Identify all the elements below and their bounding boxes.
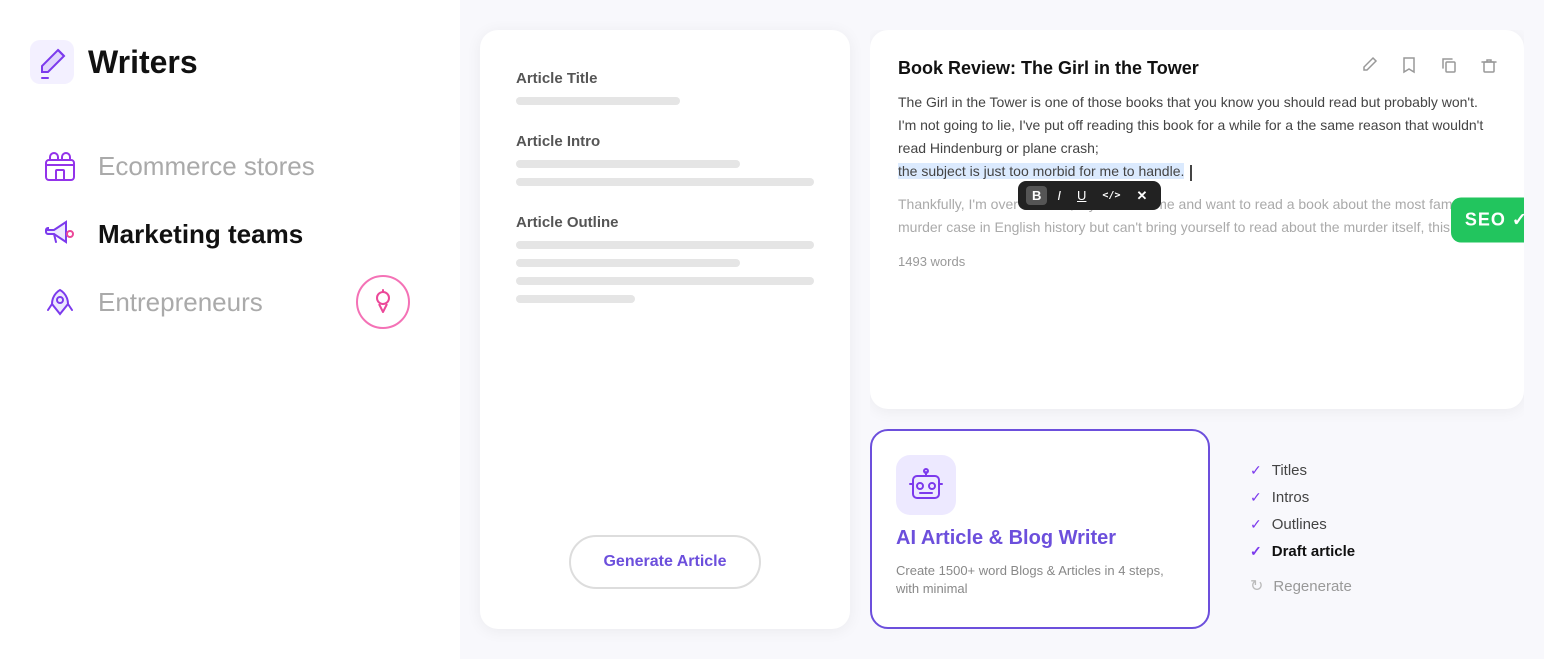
article-toolbar: [1356, 52, 1502, 78]
ai-writer-icon-wrap: [896, 455, 956, 515]
check-titles-icon: ✓: [1250, 462, 1262, 479]
store-icon: [40, 146, 80, 186]
title-label: Article Title: [516, 70, 814, 87]
sidebar: Writers Ecommerce stores Marketing teams: [0, 0, 460, 659]
sidebar-item-entrepreneurs[interactable]: Entrepreneurs: [30, 268, 430, 336]
highlighted-text: the subject is just too morbid for me to…: [898, 163, 1184, 179]
checklist-item-titles: ✓ Titles: [1250, 462, 1504, 479]
checklist-draft: Draft article: [1272, 543, 1355, 560]
ai-writer-subtitle: Create 1500+ word Blogs & Articles in 4 …: [896, 562, 1184, 598]
pen-icon: [30, 40, 74, 84]
underline-button[interactable]: U: [1071, 186, 1092, 205]
checklist-outlines: Outlines: [1272, 516, 1327, 533]
title-field: Article Title: [516, 70, 814, 105]
italic-button[interactable]: I: [1051, 186, 1067, 205]
text-cursor: [1190, 165, 1192, 181]
ai-writer-title: AI Article & Blog Writer: [896, 527, 1184, 550]
sidebar-title: Writers: [88, 44, 198, 81]
marketing-label: Marketing teams: [98, 219, 303, 250]
right-panels: Book Review: The Girl in the Tower The G…: [870, 30, 1524, 629]
code-button[interactable]: </>: [1096, 188, 1126, 204]
title-line: [516, 97, 680, 105]
ecommerce-label: Ecommerce stores: [98, 151, 315, 182]
main-content: Article Title Article Intro Article Outl…: [460, 0, 1544, 659]
article-body-text2: Hindenburg or plane crash;: [930, 140, 1099, 156]
rocket-icon: [40, 282, 80, 322]
outline-lines: [516, 241, 814, 303]
intro-line2: [516, 178, 814, 186]
ai-writer-card: AI Article & Blog Writer Create 1500+ wo…: [870, 429, 1210, 629]
ai-robot-icon: [907, 466, 945, 504]
bookmark-icon[interactable]: [1396, 52, 1422, 78]
generate-article-button[interactable]: Generate Article: [569, 535, 760, 589]
article-card: Book Review: The Girl in the Tower The G…: [870, 30, 1524, 409]
bold-button[interactable]: B: [1026, 186, 1047, 205]
regenerate-label: Regenerate: [1273, 578, 1351, 595]
intro-label: Article Intro: [516, 133, 814, 150]
outline-label: Article Outline: [516, 214, 814, 231]
word-count: 1493 words: [898, 254, 1496, 269]
checklist-item-draft: ✓ Draft article: [1250, 543, 1504, 560]
checklist-titles: Titles: [1272, 462, 1307, 479]
edit-icon[interactable]: [1356, 52, 1382, 78]
format-toolbar: B I U </> ✕: [1018, 181, 1161, 210]
entrepreneurs-badge: [356, 275, 410, 329]
regenerate-icon: ↻: [1250, 576, 1263, 596]
sidebar-logo: Writers: [30, 40, 430, 84]
check-outlines-icon: ✓: [1250, 516, 1262, 533]
check-draft-icon: ✓: [1250, 543, 1262, 560]
close-format-button[interactable]: ✕: [1130, 186, 1153, 205]
sidebar-item-ecommerce[interactable]: Ecommerce stores: [30, 132, 430, 200]
entrepreneurs-label: Entrepreneurs: [98, 287, 263, 318]
article-second-para: Thankfully, I'm over that. So, if you're…: [898, 193, 1496, 239]
intro-field: Article Intro: [516, 133, 814, 186]
regenerate-row[interactable]: ↻ Regenerate: [1250, 576, 1504, 596]
bottom-row: AI Article & Blog Writer Create 1500+ wo…: [870, 429, 1524, 629]
megaphone-icon: [40, 214, 80, 254]
copy-icon[interactable]: [1436, 52, 1462, 78]
outline-field: Article Outline: [516, 214, 814, 303]
checklist-intros: Intros: [1272, 489, 1310, 506]
article-body: The Girl in the Tower is one of those bo…: [898, 91, 1496, 183]
seo-badge: SEO ✓: [1451, 197, 1524, 242]
delete-icon[interactable]: [1476, 52, 1502, 78]
article-form-panel: Article Title Article Intro Article Outl…: [480, 30, 850, 629]
checklist-item-outlines: ✓ Outlines: [1250, 516, 1504, 533]
check-intros-icon: ✓: [1250, 489, 1262, 506]
intro-line1: [516, 160, 740, 168]
checklist-card: ✓ Titles ✓ Intros ✓ Outlines ✓ Draft art…: [1230, 429, 1524, 629]
checklist-item-intros: ✓ Intros: [1250, 489, 1504, 506]
sidebar-item-marketing[interactable]: Marketing teams: [30, 200, 430, 268]
